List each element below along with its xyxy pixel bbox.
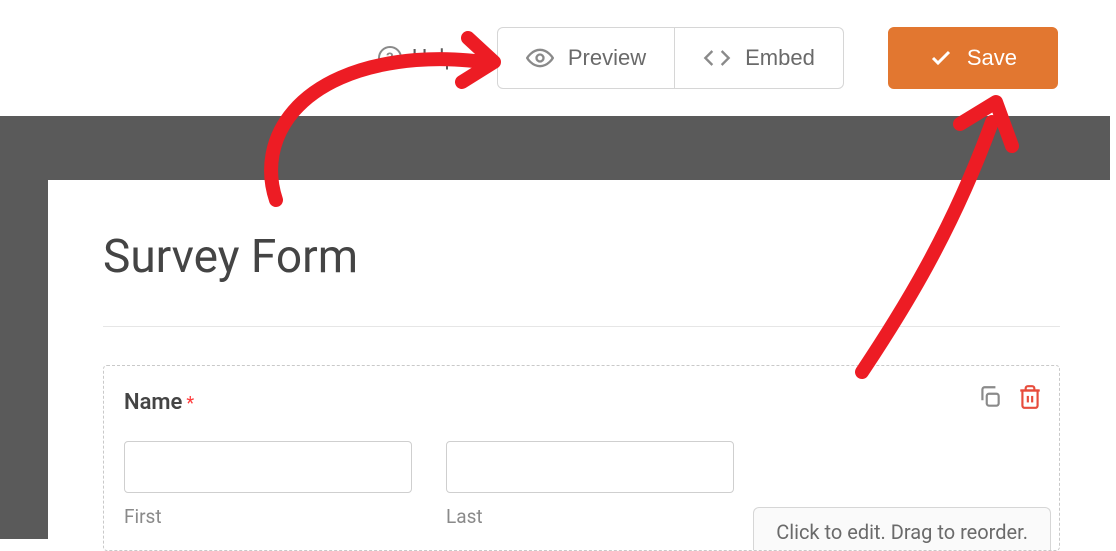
check-icon — [929, 46, 953, 70]
help-link[interactable]: ? Help — [378, 46, 457, 71]
save-label: Save — [967, 45, 1017, 71]
last-name-col: Last — [446, 441, 734, 528]
first-name-sublabel: First — [124, 505, 412, 528]
name-field-label: Name — [124, 390, 182, 415]
form-title: Survey Form — [103, 230, 1060, 284]
trash-icon[interactable] — [1017, 384, 1043, 410]
embed-label: Embed — [745, 45, 815, 71]
divider — [103, 326, 1060, 327]
embed-button[interactable]: Embed — [675, 27, 844, 89]
first-name-col: First — [124, 441, 412, 528]
builder-frame: Survey Form Name* First Last Click to — [0, 116, 1110, 539]
preview-button[interactable]: Preview — [497, 27, 675, 89]
preview-label: Preview — [568, 45, 646, 71]
code-icon — [703, 44, 731, 72]
help-label: Help — [412, 46, 457, 71]
reorder-hint: Click to edit. Drag to reorder. — [753, 507, 1051, 550]
help-icon: ? — [378, 46, 402, 70]
preview-embed-group: Preview Embed — [497, 27, 844, 89]
eye-icon — [526, 44, 554, 72]
field-actions — [977, 384, 1043, 410]
last-name-sublabel: Last — [446, 505, 734, 528]
save-button[interactable]: Save — [888, 27, 1058, 89]
field-header: Name* — [124, 390, 1039, 415]
form-panel: Survey Form Name* First Last Click to — [48, 180, 1110, 539]
last-name-input[interactable] — [446, 441, 734, 493]
toolbar: ? Help Preview Embed Save — [0, 0, 1116, 116]
name-field-block[interactable]: Name* First Last Click to edit. Drag to … — [103, 365, 1060, 551]
first-name-input[interactable] — [124, 441, 412, 493]
duplicate-icon[interactable] — [977, 384, 1003, 410]
required-asterisk: * — [186, 393, 194, 414]
